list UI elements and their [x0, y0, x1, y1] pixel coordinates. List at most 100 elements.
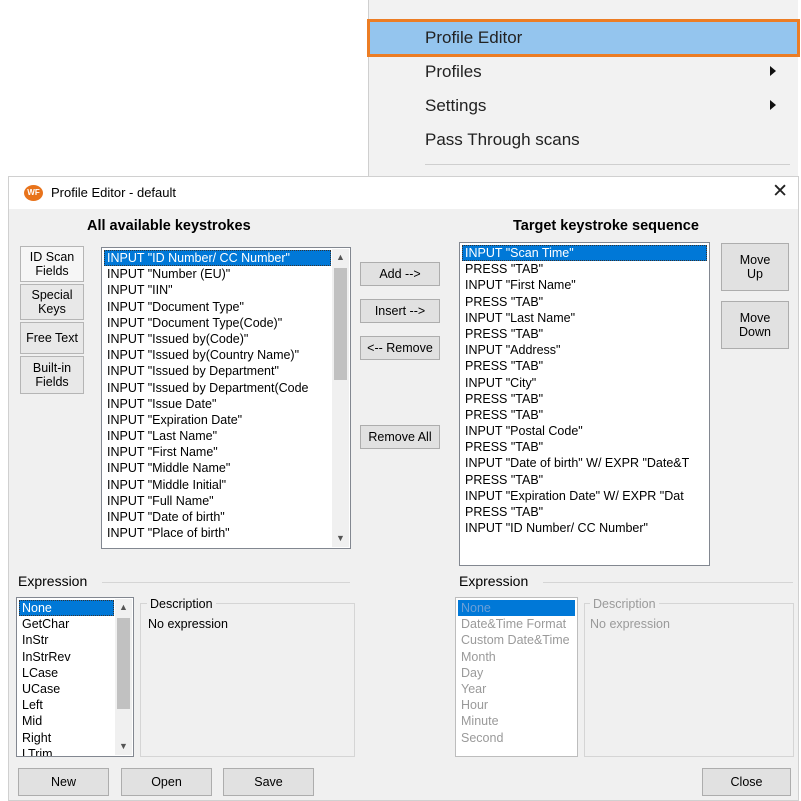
list-item[interactable]: INPUT "Issue Date": [104, 396, 331, 412]
scroll-thumb[interactable]: [117, 618, 130, 709]
remove-button[interactable]: <-- Remove: [360, 336, 440, 360]
button-label: Down: [739, 325, 771, 339]
tab-label: Special: [31, 287, 73, 302]
list-item[interactable]: Mid: [19, 713, 114, 729]
list-item[interactable]: None: [458, 600, 575, 617]
list-item[interactable]: INPUT "ID Number/ CC Number": [462, 520, 707, 536]
move-up-button[interactable]: Move Up: [721, 243, 789, 291]
list-item[interactable]: InStr: [19, 632, 114, 648]
scroll-thumb[interactable]: [334, 268, 347, 380]
list-item[interactable]: UCase: [19, 681, 114, 697]
menu-item-profile-editor[interactable]: Profile Editor: [367, 19, 800, 57]
list-item[interactable]: INPUT "Date of birth" W/ EXPR "Date&T: [462, 455, 707, 471]
scroll-up-icon[interactable]: ▲: [332, 249, 349, 266]
list-item[interactable]: INPUT "ID Number/ CC Number": [104, 250, 331, 267]
expression-list[interactable]: None GetChar InStr InStrRev LCase UCase Left Mi…: [16, 597, 134, 757]
tab-label: Free Text: [26, 330, 78, 345]
list-item[interactable]: PRESS "TAB": [462, 504, 707, 520]
list-item[interactable]: PRESS "TAB": [462, 472, 707, 488]
app-logo-icon: WF: [24, 185, 43, 201]
list-item[interactable]: Right: [19, 730, 114, 746]
list-item[interactable]: GetChar: [19, 616, 114, 632]
tab-label: Fields: [35, 375, 69, 389]
list-item[interactable]: INPUT "Issued by(Code)": [104, 331, 331, 347]
move-down-button[interactable]: Move Down: [721, 301, 789, 349]
new-button[interactable]: New: [18, 768, 109, 796]
list-item[interactable]: PRESS "TAB": [462, 294, 707, 310]
list-item[interactable]: Second: [458, 730, 575, 746]
tab-free-text[interactable]: Free Text: [20, 322, 84, 354]
list-item[interactable]: INPUT "Address": [462, 342, 707, 358]
menu-item-settings[interactable]: Settings: [369, 89, 798, 123]
list-item[interactable]: Date&Time Format: [458, 616, 575, 632]
submenu-arrow-icon: [770, 66, 776, 76]
insert-button[interactable]: Insert -->: [360, 299, 440, 323]
menu-item-pass-through-scans[interactable]: Pass Through scans: [369, 123, 798, 157]
list-item[interactable]: INPUT "IIN": [104, 282, 331, 298]
list-item[interactable]: PRESS "TAB": [462, 407, 707, 423]
save-button[interactable]: Save: [223, 768, 314, 796]
list-item[interactable]: INPUT "Postal Code": [462, 423, 707, 439]
tab-id-scan-fields[interactable]: ID Scan Fields: [20, 246, 84, 282]
description-label: Description: [147, 597, 216, 611]
tab-built-in-fields[interactable]: Built-in Fields: [20, 356, 84, 394]
list-item[interactable]: Month: [458, 649, 575, 665]
target-sequence-list[interactable]: INPUT "Scan Time" PRESS "TAB" INPUT "First…: [459, 242, 710, 566]
list-item[interactable]: Day: [458, 665, 575, 681]
list-item[interactable]: INPUT "Issued by(Country Name)": [104, 347, 331, 363]
list-item[interactable]: INPUT "Document Type(Code)": [104, 315, 331, 331]
available-keystrokes-list[interactable]: INPUT "ID Number/ CC Number" INPUT "Numbe…: [101, 247, 351, 549]
close-button[interactable]: Close: [702, 768, 791, 796]
add-button[interactable]: Add -->: [360, 262, 440, 286]
window-title: Profile Editor - default: [51, 185, 177, 200]
list-item[interactable]: INPUT "Full Name": [104, 493, 331, 509]
scroll-up-icon[interactable]: ▲: [115, 599, 132, 616]
list-item[interactable]: PRESS "TAB": [462, 358, 707, 374]
list-item[interactable]: PRESS "TAB": [462, 391, 707, 407]
scroll-down-icon[interactable]: ▼: [115, 738, 132, 755]
list-item[interactable]: INPUT "Issued by Department(Code: [104, 380, 331, 396]
list-item[interactable]: INPUT "Date of birth": [104, 509, 331, 525]
list-item[interactable]: INPUT "Place of birth": [104, 525, 331, 541]
available-keystrokes-header: All available keystrokes: [87, 218, 251, 234]
context-menu: Profile Editor Profiles Settings Pass Th…: [367, 0, 800, 176]
scrollbar[interactable]: ▲ ▼: [332, 249, 349, 547]
group-divider: [102, 582, 350, 583]
scroll-down-icon[interactable]: ▼: [332, 530, 349, 547]
list-item[interactable]: INPUT "Document Type": [104, 299, 331, 315]
menu-item-profiles[interactable]: Profiles: [369, 55, 798, 89]
list-item[interactable]: INPUT "First Name": [462, 277, 707, 293]
open-button[interactable]: Open: [121, 768, 212, 796]
tab-label: Keys: [38, 302, 66, 316]
list-item[interactable]: INPUT "Middle Name": [104, 460, 331, 476]
list-item[interactable]: Minute: [458, 713, 575, 729]
list-item[interactable]: INPUT "Expiration Date" W/ EXPR "Dat: [462, 488, 707, 504]
list-item[interactable]: INPUT "Expiration Date": [104, 412, 331, 428]
list-item[interactable]: INPUT "Scan Time": [462, 245, 707, 262]
list-rows: None Date&Time Format Custom Date&Time Mont…: [458, 600, 575, 746]
list-item[interactable]: INPUT "Issued by Department": [104, 363, 331, 379]
list-item[interactable]: INPUT "Last Name": [462, 310, 707, 326]
list-item[interactable]: Left: [19, 697, 114, 713]
list-item[interactable]: PRESS "TAB": [462, 261, 707, 277]
list-item[interactable]: PRESS "TAB": [462, 439, 707, 455]
list-item[interactable]: None: [19, 600, 114, 617]
list-item[interactable]: PRESS "TAB": [462, 326, 707, 342]
list-item[interactable]: INPUT "Number (EU)": [104, 266, 331, 282]
list-item[interactable]: INPUT "Middle Initial": [104, 477, 331, 493]
list-item[interactable]: INPUT "Last Name": [104, 428, 331, 444]
tab-special-keys[interactable]: Special Keys: [20, 284, 84, 320]
list-item[interactable]: Custom Date&Time: [458, 632, 575, 648]
list-item[interactable]: LTrim: [19, 746, 114, 756]
list-rows: INPUT "ID Number/ CC Number" INPUT "Numbe…: [104, 250, 331, 541]
tab-label: ID Scan: [29, 249, 75, 264]
list-item[interactable]: Year: [458, 681, 575, 697]
list-item[interactable]: INPUT "First Name": [104, 444, 331, 460]
list-item[interactable]: InStrRev: [19, 649, 114, 665]
list-item[interactable]: LCase: [19, 665, 114, 681]
scrollbar[interactable]: ▲ ▼: [115, 599, 132, 755]
close-icon[interactable]: ✕: [772, 180, 788, 203]
list-item[interactable]: Hour: [458, 697, 575, 713]
list-item[interactable]: INPUT "City": [462, 375, 707, 391]
remove-all-button[interactable]: Remove All: [360, 425, 440, 449]
